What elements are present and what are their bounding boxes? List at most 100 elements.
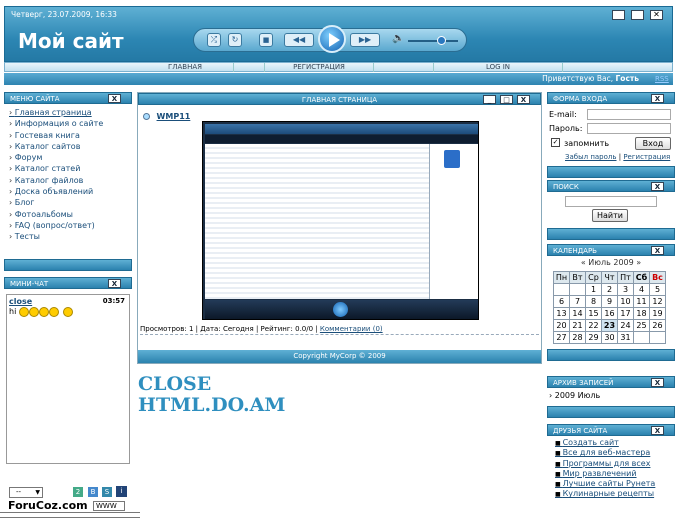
minimize-icon[interactable] [612, 10, 625, 20]
login-close-icon[interactable]: X [651, 94, 664, 103]
nav-home[interactable]: ГЛАВНАЯ [137, 63, 234, 72]
menu-item-files[interactable]: Каталог файлов [9, 175, 132, 186]
register-link[interactable]: Регистрация [623, 153, 670, 161]
friends-close-icon[interactable]: X [651, 426, 664, 435]
chat-box[interactable]: close 03:57 hi [6, 294, 130, 464]
calendar-day[interactable]: 26 [649, 319, 666, 332]
calendar-day[interactable]: 17 [617, 307, 634, 320]
calendar-day[interactable]: 29 [585, 331, 602, 344]
forgot-password-link[interactable]: Забыл пароль [565, 153, 617, 161]
search-input[interactable] [565, 196, 657, 207]
calendar-day[interactable]: 15 [585, 307, 602, 320]
refresh-icon[interactable]: 2 [73, 487, 83, 497]
friend-link[interactable]: Лучшие сайты Рунета [555, 479, 675, 489]
email-input[interactable] [587, 109, 671, 120]
previous-icon[interactable]: ◀◀ [284, 33, 314, 47]
www-field[interactable]: WWW [93, 501, 125, 511]
menu-item-forum[interactable]: Форум [9, 152, 132, 163]
search-close-icon[interactable]: X [651, 182, 664, 191]
close-icon[interactable]: ✕ [650, 10, 663, 20]
volume-slider[interactable] [408, 40, 458, 42]
volume-icon[interactable]: 🔈 [392, 33, 404, 44]
menu-item-tests[interactable]: Тесты [9, 231, 132, 242]
calendar-day[interactable]: 23 [601, 319, 618, 332]
shuffle-icon[interactable]: ⤮ [207, 33, 221, 47]
calendar-weekday: Сб [633, 271, 650, 284]
calendar-day[interactable]: 31 [617, 331, 634, 344]
calendar-day[interactable]: 16 [601, 307, 618, 320]
friend-link[interactable]: Создать сайт [555, 438, 675, 448]
menu-item-faq[interactable]: FAQ (вопрос/ответ) [9, 220, 132, 231]
calendar-day[interactable]: 30 [601, 331, 618, 344]
login-button[interactable]: Вход [635, 137, 671, 150]
password-input[interactable] [587, 123, 671, 134]
calendar-day[interactable]: 19 [649, 307, 666, 320]
bottom-input[interactable] [0, 512, 140, 518]
menu-item-guestbook[interactable]: Гостевая книга [9, 130, 132, 141]
menu-item-about[interactable]: Информация о сайте [9, 118, 132, 129]
calendar-next[interactable]: » [636, 258, 641, 267]
chat-user[interactable]: close [9, 297, 32, 306]
calendar-close-icon[interactable]: X [651, 246, 664, 255]
menu-item-board[interactable]: Доска объявлений [9, 186, 132, 197]
main-close-icon[interactable]: X [517, 95, 530, 104]
post-title[interactable]: WMP11 [157, 112, 191, 121]
calendar-day[interactable]: 18 [633, 307, 650, 320]
calendar-day[interactable]: 1 [585, 283, 602, 296]
nav-login[interactable]: LOG IN [433, 63, 563, 72]
next-icon[interactable]: ▶▶ [350, 33, 380, 47]
friend-link[interactable]: Программы для всех [555, 459, 675, 469]
search-button[interactable]: Найти [592, 209, 628, 222]
menu-item-articles[interactable]: Каталог статей [9, 163, 132, 174]
calendar-day[interactable]: 25 [633, 319, 650, 332]
friend-link[interactable]: Кулинарные рецепты [555, 489, 675, 499]
calendar-day[interactable]: 22 [585, 319, 602, 332]
calendar-day[interactable]: 11 [633, 295, 650, 308]
calendar-day[interactable]: 8 [585, 295, 602, 308]
main-minimize-icon[interactable]: _ [483, 95, 496, 104]
calendar-day[interactable]: 24 [617, 319, 634, 332]
smiles-icon[interactable]: S [102, 487, 112, 497]
calendar-day[interactable]: 4 [633, 283, 650, 296]
play-icon[interactable] [318, 25, 346, 53]
site-title[interactable]: Мой сайт [18, 29, 124, 53]
remember-checkbox[interactable]: ✓ [551, 138, 560, 147]
calendar-day[interactable]: 9 [601, 295, 618, 308]
calendar-day[interactable]: 5 [649, 283, 666, 296]
volume-handle[interactable] [437, 36, 446, 45]
nav-register[interactable]: РЕГИСТРАЦИЯ [264, 63, 374, 72]
bbcode-icon[interactable]: B [88, 487, 98, 497]
menu-item-blog[interactable]: Блог [9, 197, 132, 208]
comments-link[interactable]: Комментарии (0) [320, 325, 383, 333]
chat-close-icon[interactable]: X [108, 279, 121, 288]
archive-close-icon[interactable]: X [651, 378, 664, 387]
menu-item-sites[interactable]: Каталог сайтов [9, 141, 132, 152]
maximize-icon[interactable] [631, 10, 644, 20]
friend-link[interactable]: Мир развлечений [555, 469, 675, 479]
calendar-day[interactable]: 6 [553, 295, 570, 308]
calendar-day[interactable]: 7 [569, 295, 586, 308]
calendar-prev[interactable]: « [581, 258, 586, 267]
calendar-day[interactable]: 28 [569, 331, 586, 344]
archive-item[interactable]: › 2009 Июль [547, 388, 675, 406]
calendar-day[interactable]: 10 [617, 295, 634, 308]
repeat-icon[interactable]: ↻ [228, 33, 242, 47]
menu-item-photos[interactable]: Фотоальбомы [9, 209, 132, 220]
calendar-day[interactable]: 27 [553, 331, 570, 344]
calendar-day[interactable]: 14 [569, 307, 586, 320]
calendar-day[interactable]: 3 [617, 283, 634, 296]
calendar-day[interactable]: 12 [649, 295, 666, 308]
stop-icon[interactable]: ■ [259, 33, 273, 47]
language-select[interactable]: -- ▼ [9, 487, 43, 498]
calendar-day[interactable]: 21 [569, 319, 586, 332]
main-maximize-icon[interactable]: □ [500, 95, 513, 104]
menu-item-home[interactable]: Главная страница [9, 107, 132, 118]
menu-close-icon[interactable]: X [108, 94, 121, 103]
friend-link[interactable]: Все для веб-мастера [555, 448, 675, 458]
calendar-day[interactable]: 13 [553, 307, 570, 320]
calendar-day[interactable]: 2 [601, 283, 618, 296]
post-image[interactable] [202, 121, 479, 320]
info-icon[interactable]: i [116, 486, 127, 497]
rss-link[interactable]: RSS [655, 75, 669, 83]
calendar-day[interactable]: 20 [553, 319, 570, 332]
